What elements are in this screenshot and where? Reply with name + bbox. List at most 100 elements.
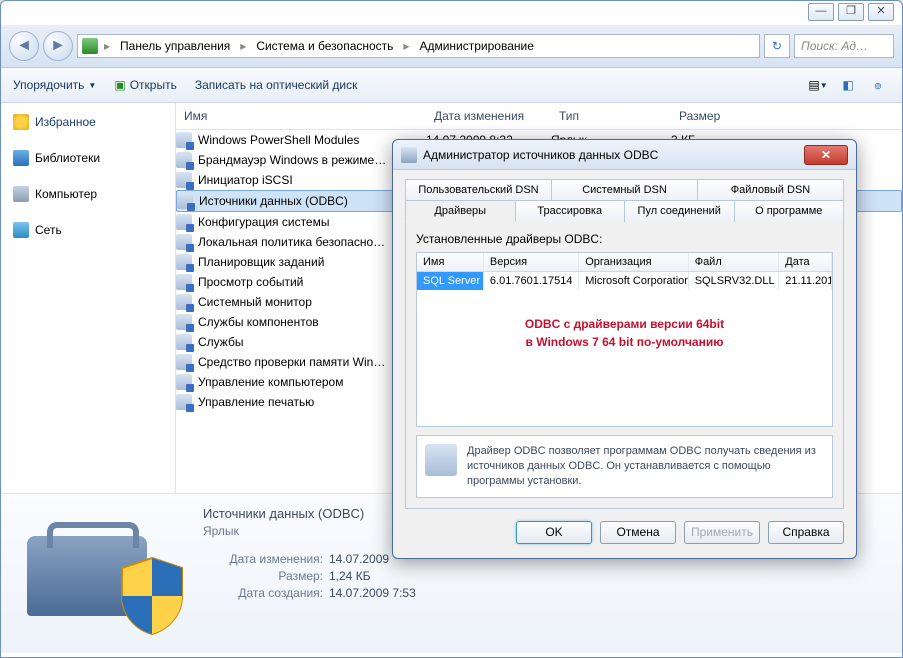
- preview-pane-button[interactable]: ◧: [836, 74, 860, 96]
- forward-button[interactable]: ►: [43, 31, 73, 61]
- tab-about[interactable]: О программе: [735, 200, 845, 222]
- shortcut-icon: [176, 172, 192, 188]
- minimize-button[interactable]: —: [808, 3, 834, 21]
- nav-computer[interactable]: Компьютер: [5, 183, 171, 205]
- driver-row[interactable]: SQL Server 6.01.7601.17514 Microsoft Cor…: [417, 272, 832, 290]
- chevron-right-icon: ▸: [399, 39, 413, 53]
- details-value: 1,24 КБ: [329, 569, 371, 583]
- shortcut-icon: [176, 294, 192, 310]
- details-value: 14.07.2009: [329, 552, 389, 566]
- tab-pooling[interactable]: Пул соединений: [625, 200, 735, 222]
- dialog-title: Администратор источников данных ODBC: [423, 148, 658, 162]
- tools-icon: [17, 506, 187, 636]
- star-icon: [13, 114, 29, 130]
- info-box: Драйвер ODBC позволяет программам ODBC п…: [416, 435, 833, 498]
- chevron-right-icon: ▸: [236, 39, 250, 53]
- maximize-button[interactable]: ❐: [838, 3, 864, 21]
- drv-col-date[interactable]: Дата: [779, 253, 832, 271]
- tab-file-dsn[interactable]: Файловый DSN: [698, 179, 844, 200]
- file-name: Конфигурация системы: [198, 215, 329, 229]
- file-name: Просмотр событий: [198, 275, 303, 289]
- col-name[interactable]: Имя: [176, 107, 426, 125]
- open-button[interactable]: ▣Открыть: [114, 78, 176, 92]
- details-label: Дата создания:: [203, 586, 323, 600]
- tab-drivers[interactable]: Драйверы: [405, 200, 516, 222]
- shortcut-icon: [177, 193, 193, 209]
- info-icon: [425, 444, 457, 476]
- info-text: Драйвер ODBC позволяет программам ODBC п…: [467, 444, 824, 489]
- drv-col-name[interactable]: Имя: [417, 253, 484, 271]
- shortcut-icon: [176, 354, 192, 370]
- drivers-table[interactable]: Имя Версия Организация Файл Дата SQL Ser…: [416, 252, 833, 427]
- drv-col-file[interactable]: Файл: [689, 253, 780, 271]
- breadcrumb-item[interactable]: Администрирование: [415, 39, 537, 53]
- file-name: Брандмауэр Windows в режиме…: [198, 153, 386, 167]
- back-button[interactable]: ◄: [9, 31, 39, 61]
- col-date[interactable]: Дата изменения: [426, 107, 551, 125]
- shortcut-icon: [176, 274, 192, 290]
- odbc-dialog: Администратор источников данных ODBC ✕ П…: [392, 139, 857, 559]
- network-icon: [13, 222, 29, 238]
- search-placeholder: Поиск: Ад…: [801, 39, 868, 53]
- file-name: Планировщик заданий: [198, 255, 324, 269]
- libraries-icon: [13, 150, 29, 166]
- chevron-right-icon: ▸: [100, 39, 114, 53]
- tab-user-dsn[interactable]: Пользовательский DSN: [405, 179, 552, 200]
- dialog-close-button[interactable]: ✕: [804, 145, 848, 165]
- tab-tracing[interactable]: Трассировка: [516, 200, 626, 222]
- refresh-button[interactable]: ↻: [764, 34, 790, 58]
- file-name: Источники данных (ODBC): [199, 194, 348, 208]
- drv-col-version[interactable]: Версия: [484, 253, 579, 271]
- file-name: Инициатор iSCSI: [198, 173, 293, 187]
- ok-button[interactable]: OK: [516, 521, 592, 544]
- shortcut-icon: [176, 254, 192, 270]
- file-name: Системный монитор: [198, 295, 312, 309]
- dialog-titlebar[interactable]: Администратор источников данных ODBC ✕: [393, 140, 856, 170]
- breadcrumb-item[interactable]: Система и безопасность: [252, 39, 397, 53]
- col-type[interactable]: Тип: [551, 107, 671, 125]
- breadcrumb-item[interactable]: Панель управления: [116, 39, 234, 53]
- shortcut-icon: [176, 214, 192, 230]
- shortcut-icon: [176, 314, 192, 330]
- address-bar: ◄ ► ▸ Панель управления ▸ Система и безо…: [1, 25, 902, 68]
- file-name: Управление компьютером: [198, 375, 343, 389]
- help-button[interactable]: Справка: [768, 521, 844, 544]
- file-name: Управление печатью: [198, 395, 314, 409]
- organize-menu[interactable]: Упорядочить▼: [13, 78, 96, 92]
- computer-icon: [13, 186, 29, 202]
- nav-network[interactable]: Сеть: [5, 219, 171, 241]
- tab-system-dsn[interactable]: Системный DSN: [552, 179, 698, 200]
- help-button[interactable]: ๏: [866, 74, 890, 96]
- shortcut-icon: [176, 152, 192, 168]
- tab-content: Установленные драйверы ODBC: Имя Версия …: [405, 221, 844, 509]
- details-title: Источники данных (ODBC): [203, 506, 416, 521]
- odbc-icon: [401, 147, 417, 163]
- shortcut-icon: [176, 234, 192, 250]
- col-size[interactable]: Размер: [671, 107, 751, 125]
- apply-button[interactable]: Применить: [684, 521, 760, 544]
- file-name: Службы компонентов: [198, 315, 319, 329]
- file-name: Службы: [198, 335, 243, 349]
- view-options-button[interactable]: ▤▼: [806, 74, 830, 96]
- details-label: Размер:: [203, 569, 323, 583]
- shield-icon: [117, 556, 187, 636]
- drv-col-org[interactable]: Организация: [579, 253, 688, 271]
- shortcut-icon: [176, 374, 192, 390]
- column-headers[interactable]: Имя Дата изменения Тип Размер: [176, 103, 902, 130]
- cancel-button[interactable]: Отмена: [600, 521, 676, 544]
- control-panel-icon: [82, 38, 98, 54]
- breadcrumb[interactable]: ▸ Панель управления ▸ Система и безопасн…: [77, 34, 760, 58]
- burn-button[interactable]: Записать на оптический диск: [195, 78, 358, 92]
- shortcut-icon: [176, 334, 192, 350]
- details-type: Ярлык: [203, 524, 416, 538]
- nav-favorites[interactable]: Избранное: [5, 111, 171, 133]
- nav-libraries[interactable]: Библиотеки: [5, 147, 171, 169]
- details-value: 14.07.2009 7:53: [329, 586, 416, 600]
- details-label: Дата изменения:: [203, 552, 323, 566]
- annotation-text: ODBC с драйверами версии 64bit в Windows…: [429, 315, 820, 351]
- close-button[interactable]: ✕: [868, 3, 894, 21]
- search-input[interactable]: Поиск: Ад…: [794, 34, 894, 58]
- chevron-down-icon: ▼: [88, 81, 96, 90]
- toolbar: Упорядочить▼ ▣Открыть Записать на оптиче…: [1, 68, 902, 103]
- shortcut-icon: [176, 132, 192, 148]
